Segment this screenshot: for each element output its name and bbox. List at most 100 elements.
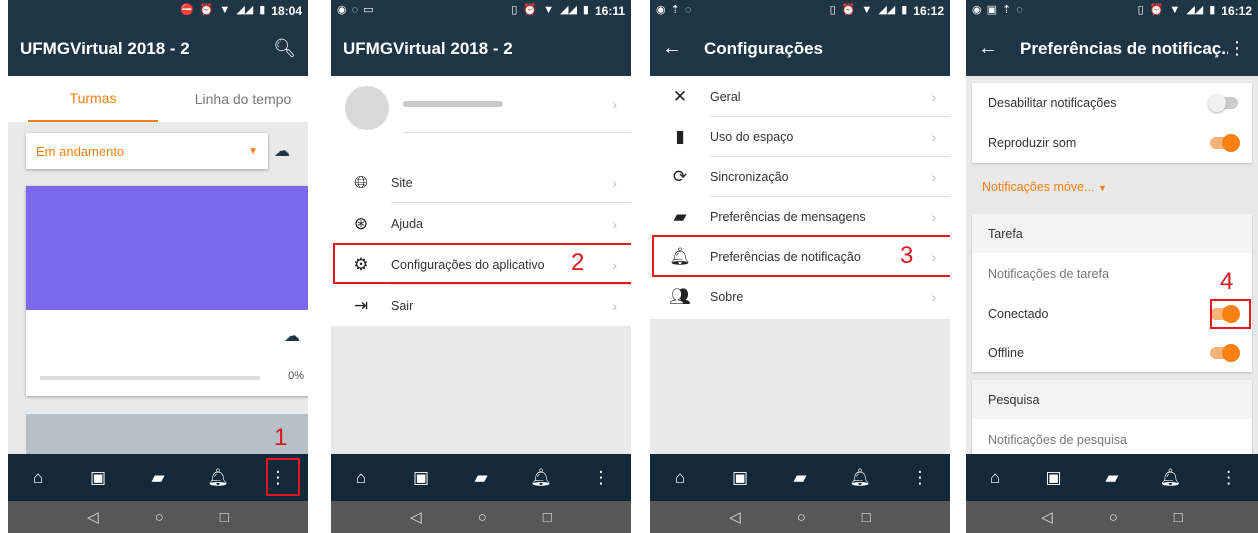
settings-item-geral[interactable]: ✕ Geral › <box>650 76 950 117</box>
settings-item-label: Uso do espaço <box>710 129 794 144</box>
menu-item-site[interactable]: 🌐︎ Site › <box>331 162 631 203</box>
app-bar: UFMGVirtual 2018 - 2 <box>331 21 631 76</box>
app-title: Preferências de notificaç... <box>1020 38 1228 58</box>
signal-icon: ◢◢ <box>559 4 577 16</box>
menu-item-label: Ajuda <box>391 216 423 231</box>
messages-icon[interactable]: ▰ <box>138 458 178 498</box>
home-icon[interactable]: ⌂ <box>660 458 700 498</box>
system-nav: ◁ ○ □ <box>331 501 631 533</box>
disable-notifications-toggle[interactable] <box>1208 93 1238 112</box>
location-icon: ◉ <box>337 4 347 16</box>
course-banner <box>26 186 308 310</box>
cloud-download-icon[interactable]: ☁ <box>274 141 290 161</box>
setting-label: Conectado <box>988 306 1049 321</box>
settings-item-uso-espaco[interactable]: ▮ Uso do espaço › <box>650 116 950 157</box>
chevron-right-icon: › <box>612 297 617 314</box>
more-menu-icon[interactable]: ⋮ <box>1209 458 1249 498</box>
chevron-down-icon: ▼ <box>1098 183 1107 193</box>
alarm-icon: ⏰ <box>199 4 214 16</box>
bottom-nav: ⌂ ▣ ▰ 🔔︎ ⋮ <box>331 454 631 501</box>
whatsapp-icon: ◌ <box>684 4 692 16</box>
back-icon[interactable]: ◁ <box>1041 508 1053 526</box>
messages-icon[interactable]: ▰ <box>1092 458 1132 498</box>
more-menu-icon[interactable]: ⋮ <box>581 458 621 498</box>
recents-icon[interactable]: □ <box>543 509 552 526</box>
help-icon: ⊛ <box>353 213 369 233</box>
settings-item-sincronizacao[interactable]: ⟳ Sincronização › <box>650 156 950 197</box>
highlight-marker <box>333 243 631 284</box>
users-icon: 👥︎ <box>669 286 691 306</box>
home-circle-icon[interactable]: ○ <box>155 509 164 526</box>
status-bar: ⛔ ⏰ ▼ ◢◢ ▮ 18:04 <box>8 0 308 21</box>
back-arrow-icon[interactable]: ← <box>978 37 998 60</box>
more-menu-icon[interactable]: ⋮ <box>1228 38 1246 59</box>
recents-icon[interactable]: □ <box>1174 509 1183 526</box>
menu-item-sair[interactable]: ⇥ Sair › <box>331 285 631 326</box>
clock: 16:12 <box>913 3 944 18</box>
setting-offline[interactable]: Offline <box>972 333 1252 372</box>
step-number: 1 <box>274 424 288 451</box>
settings-item-label: Preferências de mensagens <box>710 209 866 224</box>
bell-icon[interactable]: 🔔︎ <box>198 458 238 498</box>
device-dropdown[interactable]: Notificações móve... ▼ <box>982 180 1107 194</box>
home-icon[interactable]: ⌂ <box>18 458 58 498</box>
bottom-nav: ⌂ ▣ ▰ 🔔︎ ⋮ <box>966 454 1258 501</box>
settings-list: ✕ Geral › ▮ Uso do espaço › ⟳ Sincroniza… <box>650 76 950 319</box>
search-icon[interactable]: 🔍︎ <box>273 38 296 59</box>
recents-icon[interactable]: □ <box>862 509 871 526</box>
setting-play-sound[interactable]: Reproduzir som <box>972 123 1252 162</box>
cloud-download-icon[interactable]: ☁ <box>284 326 300 346</box>
upload-icon: ⇡ <box>1002 4 1012 16</box>
course-filter-select[interactable]: Em andamento ▼ <box>26 133 268 169</box>
calendar-icon[interactable]: ▣ <box>1034 458 1074 498</box>
calendar-icon[interactable]: ▣ <box>78 458 118 498</box>
back-icon[interactable]: ◁ <box>729 508 741 526</box>
calendar-icon[interactable]: ▣ <box>720 458 760 498</box>
system-nav: ◁ ○ □ <box>966 501 1258 533</box>
chevron-right-icon: › <box>612 174 617 191</box>
whatsapp-icon: ◌ <box>351 4 359 16</box>
calendar-icon[interactable]: ▣ <box>401 458 441 498</box>
bell-icon[interactable]: 🔔︎ <box>840 458 880 498</box>
settings-item-mensagens[interactable]: ▰ Preferências de mensagens › <box>650 196 950 237</box>
setting-label: Offline <box>988 345 1024 360</box>
chevron-right-icon: › <box>931 168 936 185</box>
messages-icon[interactable]: ▰ <box>780 458 820 498</box>
bar-chart-icon: ▮ <box>675 126 685 146</box>
section-header: Pesquisa <box>972 380 1252 419</box>
chevron-right-icon: › <box>931 288 936 305</box>
back-arrow-icon[interactable]: ← <box>662 37 682 60</box>
step-number: 4 <box>1220 268 1234 295</box>
home-icon[interactable]: ⌂ <box>341 458 381 498</box>
more-menu-icon[interactable]: ⋮ <box>900 458 940 498</box>
bell-icon[interactable]: 🔔︎ <box>1150 458 1190 498</box>
setting-disable-notifications[interactable]: Desabilitar notificações <box>972 83 1252 122</box>
dnd-icon: ⛔ <box>180 4 194 16</box>
settings-item-sobre[interactable]: 👥︎ Sobre › <box>650 276 950 317</box>
sync-icon: ⟳ <box>672 166 688 186</box>
system-nav: ◁ ○ □ <box>650 501 950 533</box>
course-card[interactable]: ☁ 0% <box>26 186 308 396</box>
profile-block[interactable]: › <box>331 76 631 162</box>
highlight-marker <box>266 458 300 496</box>
tab-turmas[interactable]: Turmas <box>28 76 158 122</box>
signal-icon: ◢◢ <box>1186 4 1204 16</box>
settings-item-label: Geral <box>710 89 741 104</box>
home-circle-icon[interactable]: ○ <box>797 509 806 526</box>
messages-icon[interactable]: ▰ <box>461 458 501 498</box>
back-icon[interactable]: ◁ <box>87 508 99 526</box>
home-circle-icon[interactable]: ○ <box>1109 509 1118 526</box>
recents-icon[interactable]: □ <box>220 509 229 526</box>
tab-linha-do-tempo[interactable]: Linha do tempo <box>178 76 308 122</box>
home-icon[interactable]: ⌂ <box>975 458 1015 498</box>
back-icon[interactable]: ◁ <box>410 508 422 526</box>
offline-toggle[interactable] <box>1210 343 1240 362</box>
play-sound-toggle[interactable] <box>1210 133 1240 152</box>
chevron-right-icon: › <box>931 208 936 225</box>
battery-icon: ▮ <box>259 4 266 16</box>
clock: 16:11 <box>594 3 625 18</box>
home-circle-icon[interactable]: ○ <box>478 509 487 526</box>
bell-icon[interactable]: 🔔︎ <box>521 458 561 498</box>
menu-item-ajuda[interactable]: ⊛ Ajuda › <box>331 203 631 244</box>
screen-icon: ▭ <box>363 4 374 16</box>
